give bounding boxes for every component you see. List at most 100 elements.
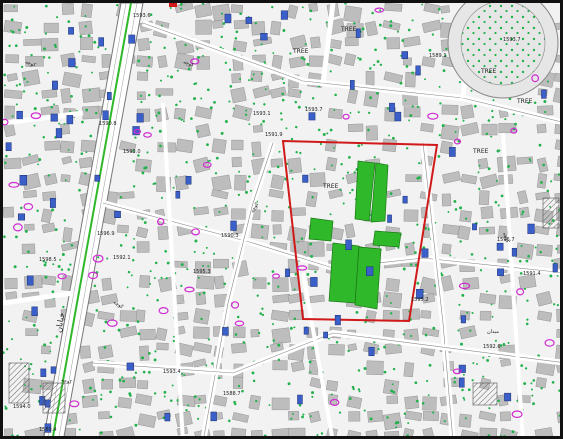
tree-dot xyxy=(54,228,58,232)
edge-marker xyxy=(169,3,177,7)
tree-dot xyxy=(292,412,294,415)
building xyxy=(272,277,289,292)
tree-dot xyxy=(432,411,435,414)
tree-dot xyxy=(245,190,248,194)
map-canvas[interactable]: TREE TREE TREE TREE TREE TREE 1593.6 159… xyxy=(3,3,563,439)
tree-dot xyxy=(338,411,342,414)
tree-dot xyxy=(490,135,493,138)
tree-dot xyxy=(153,358,157,362)
tree-dot xyxy=(15,84,18,87)
tree-dot xyxy=(151,126,154,129)
tree-dot xyxy=(154,350,157,353)
tree-dot xyxy=(281,78,284,81)
building xyxy=(119,310,138,322)
tree-dot xyxy=(309,18,312,21)
blue-marker xyxy=(94,174,101,182)
tree-dot xyxy=(183,374,186,377)
blue-marker xyxy=(421,248,429,258)
building xyxy=(290,207,306,217)
tree-dot xyxy=(237,384,241,388)
tree-dot xyxy=(220,35,223,39)
tree-dot xyxy=(389,192,393,196)
tree-dot xyxy=(85,151,88,154)
tree-dot xyxy=(428,48,432,52)
tree-dot xyxy=(109,415,113,419)
tree-dot xyxy=(164,249,167,253)
tree-dot xyxy=(285,127,288,130)
building xyxy=(230,87,247,104)
tree-dot xyxy=(172,186,175,189)
tree-dot xyxy=(122,379,125,383)
tree-dot xyxy=(202,252,205,255)
building xyxy=(325,380,339,392)
tree-dot xyxy=(52,263,55,266)
tree-dot xyxy=(263,61,266,64)
tree-dot xyxy=(353,171,356,174)
elevation-label: 1594.0 xyxy=(13,404,31,410)
tree-dot xyxy=(56,16,59,19)
tree-dot xyxy=(530,388,533,391)
tree-dot xyxy=(18,83,22,86)
tree-dot xyxy=(42,56,46,59)
tree-dot xyxy=(97,256,100,259)
building xyxy=(325,156,338,172)
elevation-label: 1593.7 xyxy=(305,107,323,113)
building xyxy=(348,123,364,133)
tree-dot xyxy=(268,170,272,174)
tree-dot xyxy=(101,378,105,382)
tree-dot xyxy=(149,282,152,285)
tree-dot xyxy=(409,114,413,117)
tree-dot xyxy=(92,398,94,401)
elevation-label: 1592.1 xyxy=(113,255,131,261)
tree-dot xyxy=(302,57,306,61)
building xyxy=(98,411,110,420)
building xyxy=(4,105,15,122)
tree-dot xyxy=(377,348,380,351)
tree-dot xyxy=(172,339,175,343)
tree-dot xyxy=(395,426,398,429)
tree-dot xyxy=(405,245,408,249)
building xyxy=(136,71,149,81)
tree-dot xyxy=(546,80,550,83)
tree-dot xyxy=(471,379,474,382)
building xyxy=(81,55,96,64)
tree-dot xyxy=(156,298,159,302)
tree-dot xyxy=(14,235,18,239)
tree-dot xyxy=(205,364,208,367)
tree-dot xyxy=(46,250,49,253)
tree-dot xyxy=(383,345,386,349)
tree-dot xyxy=(252,379,256,383)
tree-dot xyxy=(178,117,181,120)
tree-dot xyxy=(293,288,296,291)
tree-dot xyxy=(282,29,286,32)
building xyxy=(422,396,437,411)
tree-dot xyxy=(88,89,91,92)
tree-dot xyxy=(301,6,304,9)
building xyxy=(556,328,560,339)
building xyxy=(233,376,244,389)
tree-dot xyxy=(301,415,304,419)
tree-dot xyxy=(459,206,463,210)
tree-dot xyxy=(290,169,293,172)
building xyxy=(367,409,384,423)
building xyxy=(287,88,302,98)
tree-dot xyxy=(143,221,147,224)
tree-dot xyxy=(93,40,97,44)
tree-dot xyxy=(206,143,209,147)
tree-label: TREE xyxy=(340,26,357,33)
tree-dot xyxy=(233,47,237,51)
tree-dot xyxy=(214,172,218,175)
tree-dot xyxy=(249,189,253,192)
blue-marker xyxy=(106,92,112,101)
tree-dot xyxy=(134,371,138,374)
tree-dot xyxy=(63,122,66,125)
tree-dot xyxy=(497,399,500,403)
tree-dot xyxy=(485,132,489,136)
tree-dot xyxy=(93,389,97,393)
tree-dot xyxy=(166,75,169,78)
tree-dot xyxy=(334,93,337,97)
building xyxy=(78,156,93,169)
tree-dot xyxy=(319,142,322,146)
building xyxy=(233,326,246,338)
blue-marker xyxy=(19,175,28,186)
